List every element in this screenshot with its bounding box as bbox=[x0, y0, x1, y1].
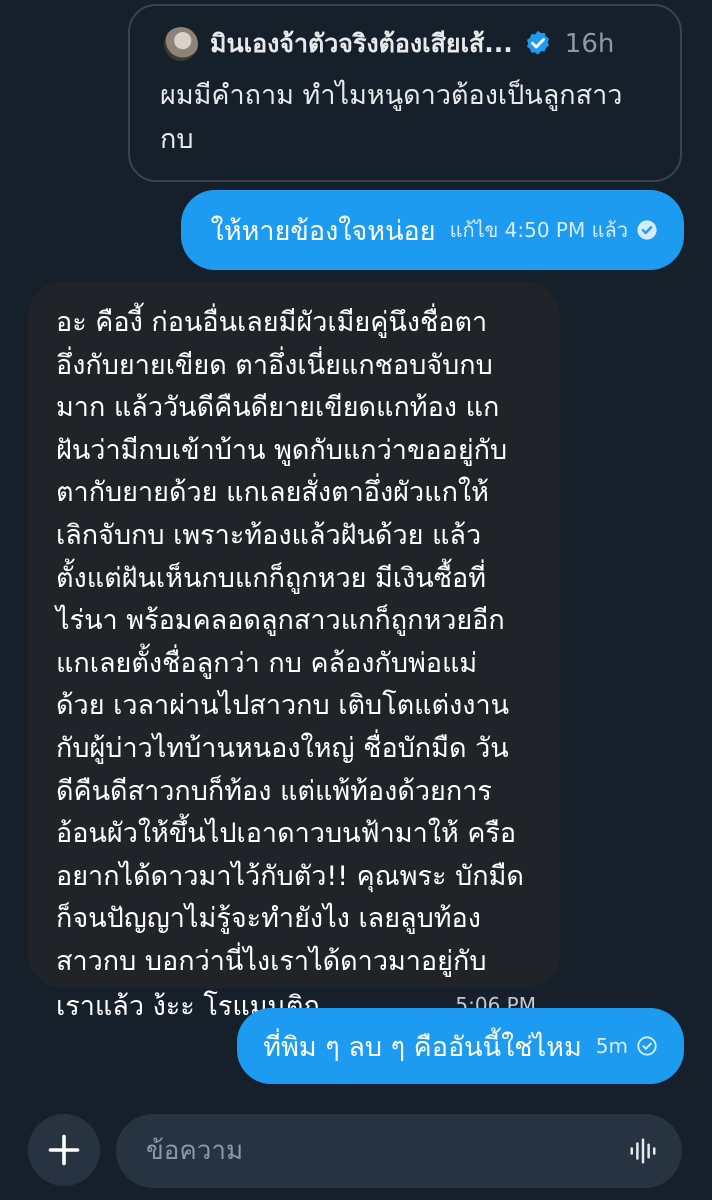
message-text: ให้หายข้องใจหน่อย bbox=[210, 215, 436, 247]
message-input[interactable] bbox=[144, 1135, 628, 1167]
message-text: ที่พิม ๆ ลบ ๆ คืออันนี้ใช่ไหม bbox=[263, 1031, 582, 1063]
message-line: ไร่นา พร้อมคลอดลูกสาวแกก็ถูกหวยอีก bbox=[56, 605, 505, 637]
message-text: อะ คืองี้ ก่อนอื่นเลยมีผัวเมียคู่นึงชื่อ… bbox=[56, 302, 538, 1028]
quoted-tweet-header: มินเองจ้าตัวจริงต้องเสียเส้... 16h bbox=[156, 24, 654, 64]
check-circle-outline-icon bbox=[637, 1036, 657, 1056]
message-line: สาวกบ บอกว่านี่ไงเราได้ดาวมาอยู่กับ bbox=[56, 945, 487, 977]
add-attachment-button[interactable] bbox=[28, 1114, 100, 1186]
plus-icon bbox=[48, 1134, 80, 1166]
tweet-timestamp: 16h bbox=[564, 29, 615, 59]
voice-waveform-icon[interactable] bbox=[628, 1136, 658, 1166]
message-line: อึ่งกับยายเขียด ตาอึ่งเนี่ยแกชอบจับกบ bbox=[56, 349, 493, 381]
message-line: ตากับยายด้วย แกเลยสั่งตาอึ่งผัวแกให้ bbox=[56, 477, 489, 509]
message-composer bbox=[0, 1100, 712, 1200]
outgoing-message[interactable]: ที่พิม ๆ ลบ ๆ คืออันนี้ใช่ไหม 5m bbox=[237, 1008, 684, 1084]
message-line: อยากได้ดาวมาไว้กับตัว!! คุณพระ บักมืด bbox=[56, 860, 524, 892]
message-line: อะ คืองี้ ก่อนอื่นเลยมีผัวเมียคู่นึงชื่อ… bbox=[56, 307, 488, 338]
message-line: ก็จนปัญญาไม่รู้จะทำยังไง เลยลูบท้อง bbox=[56, 903, 481, 935]
message-meta: 5m bbox=[596, 1034, 658, 1058]
edited-timestamp: แก้ไข 4:50 PM แล้ว bbox=[449, 218, 628, 242]
incoming-message[interactable]: อะ คืองี้ ก่อนอื่นเลยมีผัวเมียคู่นึงชื่อ… bbox=[28, 282, 560, 1022]
message-line: ด้วย เวลาผ่านไปสาวกบ เติบโตแต่งงาน bbox=[56, 690, 510, 722]
message-line: กับผู้บ่าวไทบ้านหนองใหญ่ ชื่อบักมืด วัน bbox=[56, 732, 509, 764]
outgoing-message[interactable]: ให้หายข้องใจหน่อย แก้ไข 4:50 PM แล้ว bbox=[180, 190, 684, 270]
message-line: ดีคืนดีสาวกบก็ท้อง แต่แพ้ท้องด้วยการ bbox=[56, 775, 492, 807]
message-line: เลิกจับกบ เพราะท้องแล้วฝันด้วย แล้ว bbox=[56, 519, 482, 551]
verified-badge-icon bbox=[526, 30, 549, 55]
message-line: แกเลยตั้งชื่อลูกว่า กบ คล้องกับพ่อแม่ bbox=[56, 647, 478, 679]
check-circle-icon bbox=[637, 220, 657, 240]
quoted-tweet-card[interactable]: มินเองจ้าตัวจริงต้องเสียเส้... 16h ผมมีค… bbox=[128, 4, 682, 182]
message-line: ฝันว่ามีกบเข้าบ้าน พูดกับแกว่าขออยู่กับ bbox=[56, 434, 508, 466]
message-line: ตั้งแต่ฝันเห็นกบแกก็ถูกหวย มีเงินซื้อที่ bbox=[56, 562, 487, 594]
message-field[interactable] bbox=[116, 1114, 682, 1188]
message-line: มาก แล้ววันดีคืนดียายเขียดแกท้อง แก bbox=[56, 392, 500, 424]
author-name: มินเองจ้าตัวจริงต้องเสียเส้... bbox=[210, 29, 513, 58]
message-line: อ้อนผัวให้ขึ้นไปเอาดาวบนฟ้ามาให้ ครือ bbox=[56, 818, 517, 850]
author-avatar bbox=[164, 27, 198, 61]
message-meta: แก้ไข 4:50 PM แล้ว bbox=[450, 214, 658, 246]
message-timestamp: 5m bbox=[595, 1034, 628, 1058]
quoted-tweet-text: ผมมีคำถาม ทำไมหนูดาวต้องเป็นลูกสาวกบ bbox=[160, 80, 623, 155]
